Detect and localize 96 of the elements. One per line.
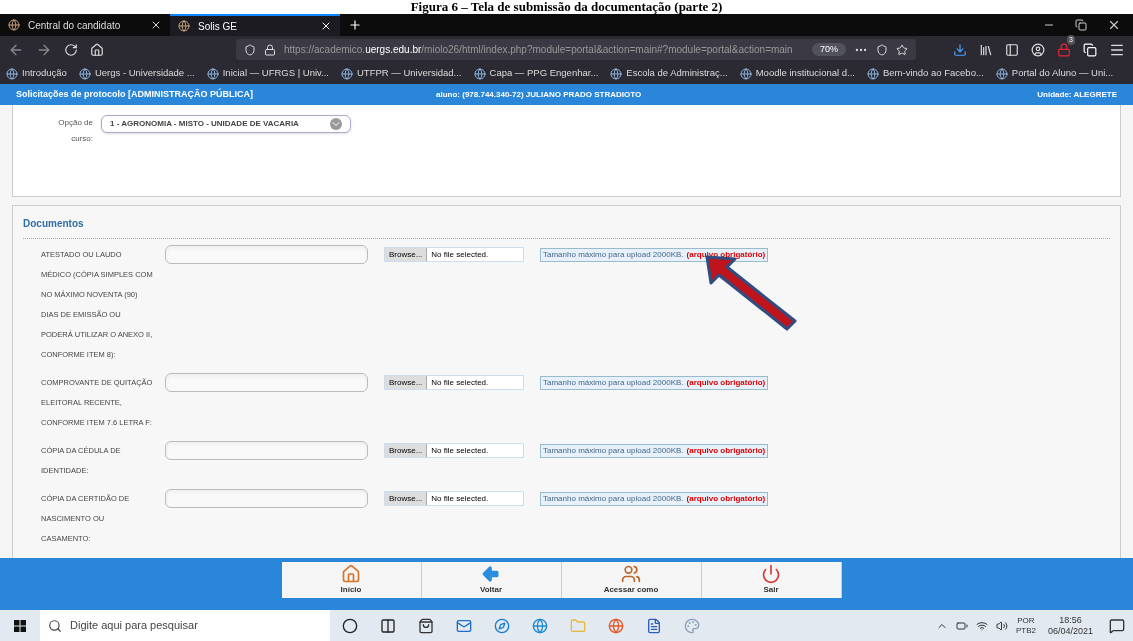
figure-caption: Figura 6 – Tela de submissão da documentação (parte 2) [410, 0, 723, 14]
bookmark-item[interactable]: Portal do Aluno — Uni... [995, 66, 1114, 81]
course-label: Opção de curso: [57, 117, 93, 145]
nav-button[interactable]: Acessar como [561, 562, 702, 598]
wifi-icon[interactable] [975, 619, 988, 632]
bookmark-item[interactable]: Introdução [6, 66, 67, 81]
home-icon[interactable] [90, 42, 104, 57]
language-code[interactable]: POR [1017, 615, 1035, 626]
file-status: No file selected. [430, 376, 489, 389]
browser-tab[interactable]: Solis GE [170, 14, 340, 36]
bookmark-icon [739, 67, 752, 80]
browse-button[interactable]: Browse... [385, 376, 428, 389]
size-hint: Tamanho máximo para upload 2000KB. [543, 377, 684, 389]
file-name-field[interactable] [165, 441, 368, 460]
bookmark-icon [341, 67, 353, 80]
clock-time[interactable]: 18:56 [1059, 614, 1082, 626]
bookmark-item[interactable]: Moodle institucional d... [739, 66, 855, 81]
chevron-down-icon [330, 118, 342, 130]
file-input[interactable]: Browse... No file selected. [384, 375, 524, 390]
bookmark-icon [6, 67, 18, 80]
size-hint: Tamanho máximo para upload 2000KB. [543, 249, 684, 261]
notifications-icon[interactable] [1109, 617, 1125, 634]
arrow-left-icon [481, 564, 501, 584]
page-title: Solicitações de protocolo [ADMINISTRAÇÃO PÚBLICA] [16, 87, 254, 101]
volume-icon[interactable] [995, 619, 1008, 632]
bookmark-item[interactable]: UTFPR — Universidad... [341, 66, 462, 81]
bookmark-icon [206, 67, 219, 80]
users-icon [621, 564, 641, 584]
nav-button[interactable]: Sair [701, 562, 842, 598]
close-icon[interactable] [1107, 18, 1121, 32]
clock-date[interactable]: 06/04/2021 [1047, 625, 1093, 637]
unit-info: Unidade: ALEGRETE [1037, 88, 1117, 101]
section-title: Documentos [23, 218, 84, 229]
file-name-field[interactable] [165, 373, 368, 392]
browser-tab[interactable]: Central do candidato [0, 14, 170, 36]
bookmark-item[interactable]: Uergs - Universidade ... [78, 66, 195, 81]
required-note: (arquivo obrigatório) [686, 377, 766, 389]
account-icon[interactable] [1031, 42, 1045, 57]
bookmark-item[interactable]: Escola de Administraç... [610, 66, 728, 81]
store-icon[interactable] [418, 617, 434, 634]
course-select[interactable]: 1 - AGRONOMIA - MISTO - UNIDADE DE VACARIA [101, 115, 351, 133]
bookmark-icon [995, 67, 1008, 80]
address-bar[interactable]: https://academico.uergs.edu.br/miolo26/html/index.php?module=portal&action=main#?module=portal&action=main 70% [236, 39, 916, 60]
shield-icon [244, 43, 256, 56]
required-note: (arquivo obrigatório) [686, 445, 766, 457]
file-status: No file selected. [430, 444, 489, 457]
app-icon[interactable] [494, 617, 510, 634]
bookmark-item[interactable]: Inicial — UFRGS | Univ... [206, 66, 329, 81]
url-text: https://academico.uergs.edu.br/miolo26/html/index.php?module=portal&action=main#?module=portal&action=main [284, 43, 794, 57]
file-input[interactable]: Browse... No file selected. [384, 443, 524, 458]
bookmark-item[interactable]: Capa — PPG Engenhar... [473, 66, 599, 81]
nav-button[interactable]: Voltar [421, 562, 562, 598]
user-info: aluno: (978.744.340-72) JULIANO PRADO STRADIOTO [436, 88, 642, 101]
search-icon [48, 618, 62, 633]
reload-icon[interactable] [64, 42, 78, 57]
word-icon[interactable] [646, 617, 662, 634]
download-icon[interactable] [953, 42, 967, 57]
file-status: No file selected. [430, 492, 489, 505]
browse-button[interactable]: Browse... [385, 248, 428, 261]
bookmark-icon [867, 67, 879, 80]
power-icon [761, 564, 781, 584]
size-hint: Tamanho máximo para upload 2000KB. [543, 493, 684, 505]
cortana-icon[interactable] [342, 617, 358, 634]
required-note: (arquivo obrigatório) [686, 493, 766, 505]
star-icon[interactable] [896, 43, 908, 56]
bookmark-icon [78, 67, 91, 80]
size-hint: Tamanho máximo para upload 2000KB. [543, 445, 684, 457]
site-icon [8, 19, 20, 31]
bookmark-item[interactable]: Bem-vindo ao Facebo... [867, 66, 984, 81]
library-icon[interactable] [979, 42, 993, 57]
new-tab-icon[interactable] [348, 18, 362, 32]
nav-button[interactable]: Início [281, 562, 422, 598]
tab-title: Central do candidato [28, 18, 122, 33]
close-icon[interactable] [320, 20, 332, 32]
bookmark-icon [610, 67, 623, 80]
bookmark-icon [473, 67, 486, 80]
file-name-field[interactable] [165, 245, 368, 264]
browse-button[interactable]: Browse... [385, 492, 428, 505]
tab-title: Solis GE [198, 19, 238, 34]
mail-icon[interactable] [456, 617, 472, 634]
task-view-icon[interactable] [380, 617, 396, 634]
file-name-field[interactable] [165, 489, 368, 508]
windows-logo-icon [14, 619, 26, 632]
file-input[interactable]: Browse... No file selected. [384, 247, 524, 262]
file-status: No file selected. [430, 248, 489, 261]
restore-icon[interactable] [1075, 19, 1087, 31]
file-input[interactable]: Browse... No file selected. [384, 491, 524, 506]
sidebar-icon[interactable] [1005, 42, 1019, 57]
site-icon [178, 20, 190, 32]
lock-icon [264, 43, 276, 56]
taskbar-search-field[interactable]: Digite aqui para pesquisar [40, 610, 330, 641]
keyboard-layout[interactable]: PTB2 [1015, 625, 1036, 636]
close-icon[interactable] [150, 19, 162, 31]
browse-button[interactable]: Browse... [385, 444, 428, 457]
zoom-level[interactable]: 70% [812, 42, 846, 57]
house-icon [341, 564, 361, 584]
